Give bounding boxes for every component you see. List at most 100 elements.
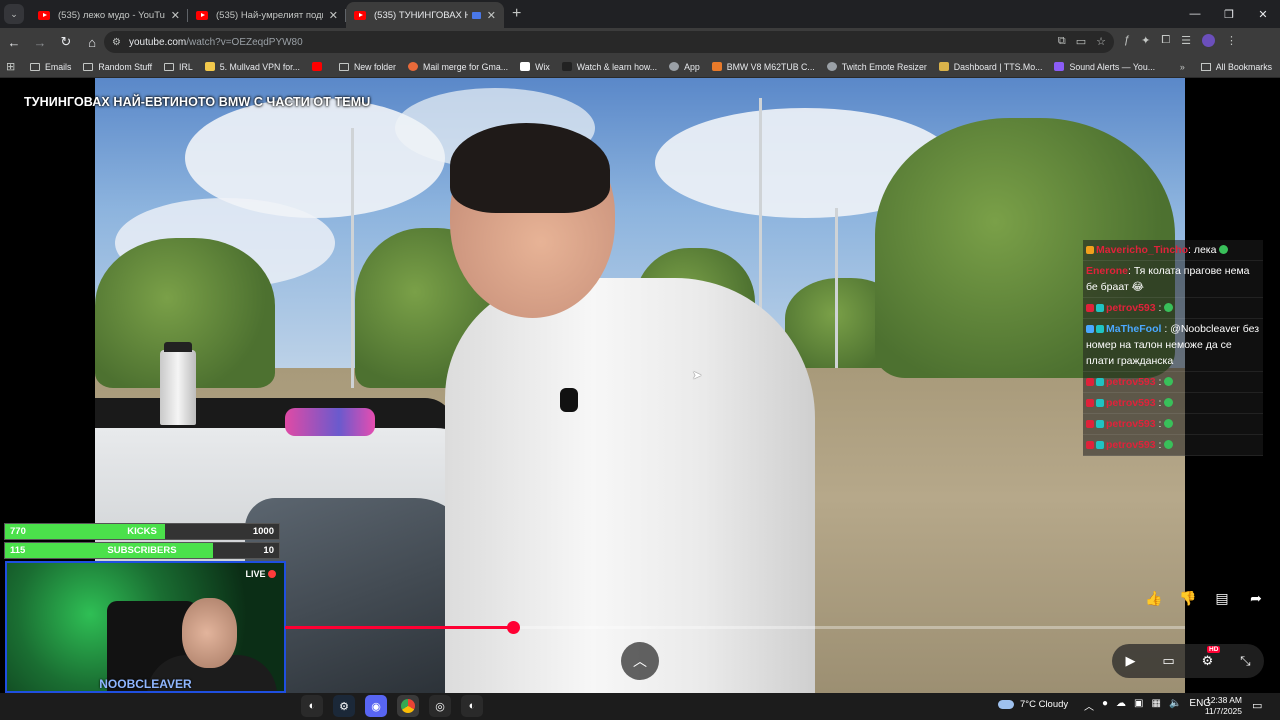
kicks-goal-bar: 770 KICKS 1000: [4, 523, 280, 540]
browser-toolbar: ← → ↻ ⌂ ⚙ youtube.com/watch?v=OEZeqdPYW8…: [0, 28, 1280, 56]
bookmark-item[interactable]: Random Stuff: [83, 62, 152, 72]
back-icon[interactable]: ←: [2, 30, 26, 54]
translate-icon[interactable]: ⧉: [1058, 35, 1066, 48]
app-icon[interactable]: ◐: [461, 695, 483, 717]
site-info-icon[interactable]: ⚙: [112, 37, 121, 48]
video-progress-bar[interactable]: [285, 621, 1185, 634]
tray-app-icon[interactable]: ▣: [1134, 698, 1143, 713]
restore-icon[interactable]: ❐: [1212, 0, 1246, 28]
chat-message: petrov593 :: [1083, 393, 1263, 414]
close-icon[interactable]: ✕: [329, 9, 338, 22]
bookmark-icon: [938, 62, 949, 71]
chevron-up-icon[interactable]: ︿: [621, 642, 659, 680]
extension-icon[interactable]: ƒ: [1124, 34, 1130, 47]
chat-message: petrov593 :: [1083, 372, 1263, 393]
dislike-icon[interactable]: 👎: [1178, 590, 1198, 607]
bookmark-item[interactable]: IRL: [164, 62, 193, 72]
url-host: youtube.com: [128, 36, 187, 48]
reload-icon[interactable]: ↻: [54, 30, 78, 54]
extension-icons: ƒ ✦ ⧠ ☰ ⋮: [1124, 34, 1237, 47]
cast-icon[interactable]: ▭: [1076, 35, 1086, 48]
chat-overlay: Mavericho_Tincho: лека Enerone: Тя колат…: [1083, 240, 1263, 456]
tray-app-icon[interactable]: ●: [1102, 698, 1108, 713]
address-bar[interactable]: ⚙ youtube.com/watch?v=OEZeqdPYW80 ⧉ ▭ ☆: [104, 31, 1114, 53]
tab-1[interactable]: (535) лежо мудо - YouTube ✕: [30, 2, 188, 28]
new-tab-button[interactable]: +: [512, 5, 521, 23]
taskbar: ◐ ⚙ ◉ ◎ ◐ 7°C Cloudy ︿ ● ☁ ▣ ▦ 🔈 ENG 12:…: [0, 693, 1280, 720]
bookmark-item[interactable]: Twitch Emote Resizer: [826, 62, 927, 72]
player-controls: ▶ ▭ ⚙ ⤡: [1112, 644, 1264, 678]
chevron-up-icon[interactable]: ︿: [1084, 698, 1094, 713]
reading-list-icon[interactable]: ☰: [1181, 34, 1191, 47]
bookmark-item[interactable]: Dashboard | TTS.Mo...: [938, 62, 1042, 72]
kick-app-icon[interactable]: ◐: [301, 695, 323, 717]
bookmark-icon: [1054, 62, 1065, 71]
tray-app-icon[interactable]: ▦: [1152, 698, 1161, 713]
subtitles-icon[interactable]: ▭: [1162, 653, 1174, 669]
tab-2[interactable]: (535) Най-умрелият подкаст - ✕: [188, 2, 346, 28]
weather-widget[interactable]: 7°C Cloudy: [998, 699, 1068, 710]
bookmark-star-icon[interactable]: ☆: [1096, 35, 1106, 48]
like-icon[interactable]: 👍: [1144, 590, 1164, 607]
globe-icon: [669, 62, 680, 71]
bookmark-item[interactable]: [311, 62, 327, 71]
close-icon[interactable]: ✕: [171, 9, 180, 22]
youtube-icon: [196, 10, 208, 20]
youtube-icon: [354, 10, 366, 20]
all-bookmarks[interactable]: All Bookmarks: [1216, 62, 1272, 72]
badge-icon: [1096, 325, 1104, 333]
tab-3-active[interactable]: (535) ТУНИНГОВАХ НАЙ-Е ✕: [346, 2, 504, 28]
obs-icon[interactable]: ◎: [429, 695, 451, 717]
clock-date: 11/7/2025: [1204, 706, 1242, 716]
bookmark-icon: [711, 62, 722, 71]
share-icon[interactable]: ➦: [1246, 590, 1266, 607]
exit-fullscreen-icon[interactable]: ⤡: [1240, 653, 1250, 669]
minimize-icon[interactable]: —: [1178, 0, 1212, 28]
video-side-actions: 👍 👎 ▤ ➦: [1144, 590, 1266, 607]
wix-icon: [520, 62, 531, 71]
badge-icon: [1086, 304, 1094, 312]
bookmark-item[interactable]: BMW V8 M62TUB C...: [711, 62, 815, 72]
bookmarks-bar: ⊞ Emails Random Stuff IRL 5. Mullvad VPN…: [0, 56, 1280, 78]
apps-grid-icon[interactable]: ⊞: [6, 60, 30, 73]
steam-icon[interactable]: ⚙: [333, 695, 355, 717]
cloud-icon: [998, 700, 1014, 709]
menu-icon[interactable]: ⋮: [1226, 34, 1237, 47]
folder-icon: [1200, 63, 1211, 71]
chat-message: petrov593 :: [1083, 435, 1263, 456]
clock[interactable]: 12:38 AM 11/7/2025: [1202, 695, 1242, 717]
extension-icon[interactable]: ✦: [1141, 34, 1150, 47]
bookmark-item[interactable]: New folder: [338, 62, 396, 72]
streamer-name: NOOBCLEAVER: [99, 677, 192, 691]
tab-search-button[interactable]: ⌄: [4, 4, 24, 24]
notification-icon[interactable]: ▭: [1252, 699, 1262, 712]
autoplay-toggle-icon[interactable]: ▶: [1125, 653, 1135, 669]
folder-icon: [83, 62, 94, 71]
bookmark-item[interactable]: Watch & learn how...: [561, 62, 657, 72]
bookmark-item[interactable]: Mail merge for Gma...: [408, 62, 508, 72]
close-window-icon[interactable]: ✕: [1246, 0, 1280, 28]
bookmark-item[interactable]: Sound Alerts — You...: [1054, 62, 1155, 72]
comments-icon[interactable]: ▤: [1212, 590, 1232, 607]
chevron-right-icon[interactable]: »: [1180, 62, 1185, 72]
video-player[interactable]: ТУНИНГОВАХ НАЙ-ЕВТИНОТО BMW С ЧАСТИ ОТ T…: [0, 78, 1280, 693]
settings-gear-icon[interactable]: ⚙: [1202, 653, 1214, 669]
profile-avatar[interactable]: [1202, 34, 1216, 47]
close-icon[interactable]: ✕: [487, 9, 496, 22]
chrome-icon[interactable]: [397, 695, 419, 717]
bookmark-item[interactable]: App: [669, 62, 700, 72]
bookmark-item[interactable]: 5. Mullvad VPN for...: [204, 62, 300, 72]
volume-icon[interactable]: 🔈: [1169, 698, 1181, 713]
progress-played: [285, 626, 513, 629]
hd-badge: HD: [1207, 646, 1221, 653]
cloud-sync-icon[interactable]: ☁: [1116, 698, 1126, 713]
bookmark-item[interactable]: Emails: [30, 62, 71, 72]
discord-icon[interactable]: ◉: [365, 695, 387, 717]
home-icon[interactable]: ⌂: [80, 30, 104, 54]
badge-icon: [1086, 325, 1094, 333]
scrubber-handle[interactable]: [506, 621, 520, 634]
badge-icon: [1086, 246, 1094, 254]
extensions-puzzle-icon[interactable]: ⧠: [1161, 34, 1170, 47]
forward-icon[interactable]: →: [28, 30, 52, 54]
bookmark-item[interactable]: Wix: [520, 62, 550, 72]
